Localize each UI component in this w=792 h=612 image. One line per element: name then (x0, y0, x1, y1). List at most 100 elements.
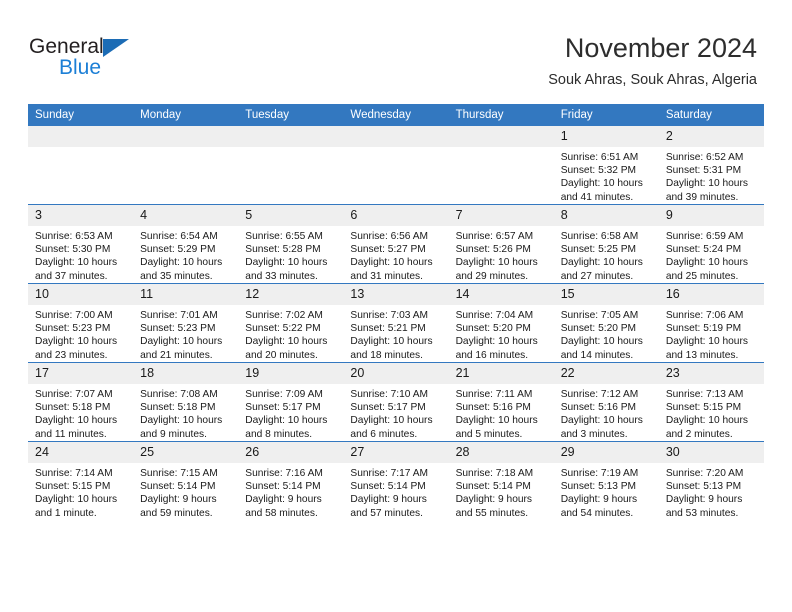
sunrise-text: Sunrise: 7:04 AM (455, 310, 534, 321)
day-cell[interactable] (133, 126, 239, 205)
weekday-header-wednesday: Wednesday (343, 104, 449, 126)
blue-triangle-icon (103, 39, 129, 57)
day-cell[interactable]: 7 Sunrise: 6:57 AM Sunset: 5:26 PM Dayli… (448, 204, 554, 284)
sunrise-text: Sunrise: 7:08 AM (140, 389, 218, 400)
day-number: 1 (553, 126, 659, 147)
sunset-text: Sunset: 5:15 PM (35, 481, 111, 493)
sunrise-text: Sunrise: 7:06 AM (665, 310, 744, 321)
daylight-text: Daylight: 9 hours and 54 minutes. (560, 494, 638, 519)
day-cell[interactable]: 15 Sunrise: 7:05 AM Sunset: 5:20 PM Dayl… (553, 283, 659, 363)
day-cell[interactable]: 22 Sunrise: 7:12 AM Sunset: 5:16 PM Dayl… (553, 362, 659, 442)
day-cell[interactable]: 14 Sunrise: 7:04 AM Sunset: 5:20 PM Dayl… (448, 283, 554, 363)
week-row: 10 Sunrise: 7:00 AM Sunset: 5:23 PM Dayl… (28, 283, 764, 363)
day-cell[interactable] (448, 126, 554, 205)
weekday-header-friday: Friday (553, 104, 659, 126)
day-details: Sunrise: 6:53 AM Sunset: 5:30 PM Dayligh… (28, 226, 133, 283)
day-cell[interactable]: 24 Sunrise: 7:14 AM Sunset: 5:15 PM Dayl… (28, 441, 134, 520)
day-details: Sunrise: 7:18 AM Sunset: 5:14 PM Dayligh… (449, 463, 554, 520)
day-cell[interactable]: 4 Sunrise: 6:54 AM Sunset: 5:29 PM Dayli… (133, 204, 239, 284)
week-row: 3 Sunrise: 6:53 AM Sunset: 5:30 PM Dayli… (28, 204, 764, 284)
day-cell[interactable]: 21 Sunrise: 7:11 AM Sunset: 5:16 PM Dayl… (448, 362, 554, 442)
sunset-text: Sunset: 5:32 PM (560, 165, 637, 177)
day-details: Sunrise: 7:19 AM Sunset: 5:13 PM Dayligh… (554, 463, 659, 520)
day-cell[interactable]: 10 Sunrise: 7:00 AM Sunset: 5:23 PM Dayl… (28, 283, 134, 363)
page-subtitle: Souk Ahras, Souk Ahras, Algeria (548, 72, 757, 88)
weekday-header-saturday: Saturday (658, 104, 764, 126)
day-details: Sunrise: 7:14 AM Sunset: 5:15 PM Dayligh… (28, 463, 133, 520)
day-number: 16 (658, 284, 764, 305)
day-cell[interactable]: 26 Sunrise: 7:16 AM Sunset: 5:14 PM Dayl… (238, 441, 344, 520)
day-cell[interactable]: 19 Sunrise: 7:09 AM Sunset: 5:17 PM Dayl… (238, 362, 344, 442)
sunrise-text: Sunrise: 7:10 AM (350, 389, 429, 400)
day-cell[interactable] (343, 126, 449, 205)
day-number: 11 (133, 284, 239, 305)
day-details: Sunrise: 7:09 AM Sunset: 5:17 PM Dayligh… (238, 384, 343, 441)
day-cell[interactable]: 3 Sunrise: 6:53 AM Sunset: 5:30 PM Dayli… (28, 204, 134, 284)
daylight-text: Daylight: 10 hours and 39 minutes. (665, 178, 748, 203)
day-cell[interactable]: 6 Sunrise: 6:56 AM Sunset: 5:27 PM Dayli… (343, 204, 449, 284)
sunrise-text: Sunrise: 6:51 AM (560, 152, 639, 163)
day-details: Sunrise: 7:15 AM Sunset: 5:14 PM Dayligh… (133, 463, 238, 520)
day-cell[interactable]: 30 Sunrise: 7:20 AM Sunset: 5:13 PM Dayl… (658, 441, 764, 520)
day-number: 5 (238, 205, 344, 226)
day-number (28, 126, 134, 147)
day-cell[interactable]: 17 Sunrise: 7:07 AM Sunset: 5:18 PM Dayl… (28, 362, 134, 442)
day-cell[interactable]: 16 Sunrise: 7:06 AM Sunset: 5:19 PM Dayl… (658, 283, 764, 363)
sunset-text: Sunset: 5:29 PM (140, 244, 216, 256)
day-cell[interactable]: 23 Sunrise: 7:13 AM Sunset: 5:15 PM Dayl… (658, 362, 764, 442)
day-details: Sunrise: 7:01 AM Sunset: 5:23 PM Dayligh… (133, 305, 238, 362)
day-number: 18 (133, 363, 239, 384)
daylight-text: Daylight: 10 hours and 37 minutes. (35, 257, 118, 282)
day-cell[interactable]: 25 Sunrise: 7:15 AM Sunset: 5:14 PM Dayl… (133, 441, 239, 520)
day-number (238, 126, 344, 147)
day-cell[interactable] (238, 126, 344, 205)
day-details: Sunrise: 6:58 AM Sunset: 5:25 PM Dayligh… (554, 226, 659, 283)
day-cell[interactable]: 1 Sunrise: 6:51 AM Sunset: 5:32 PM Dayli… (553, 126, 659, 205)
sunset-text: Sunset: 5:13 PM (560, 481, 637, 493)
daylight-text: Daylight: 10 hours and 3 minutes. (560, 415, 643, 440)
day-cell[interactable]: 8 Sunrise: 6:58 AM Sunset: 5:25 PM Dayli… (553, 204, 659, 284)
day-cell[interactable]: 18 Sunrise: 7:08 AM Sunset: 5:18 PM Dayl… (133, 362, 239, 442)
sunrise-text: Sunrise: 6:54 AM (140, 231, 218, 242)
day-number: 10 (28, 284, 134, 305)
day-number: 28 (448, 442, 554, 463)
daylight-text: Daylight: 10 hours and 29 minutes. (455, 257, 538, 282)
day-number: 6 (343, 205, 449, 226)
logo-text-general: General (29, 35, 104, 58)
general-blue-logo[interactable]: General Blue (29, 36, 159, 80)
daylight-text: Daylight: 9 hours and 57 minutes. (350, 494, 427, 519)
day-cell[interactable]: 5 Sunrise: 6:55 AM Sunset: 5:28 PM Dayli… (238, 204, 344, 284)
day-number: 21 (448, 363, 554, 384)
day-cell[interactable]: 13 Sunrise: 7:03 AM Sunset: 5:21 PM Dayl… (343, 283, 449, 363)
sunset-text: Sunset: 5:20 PM (455, 323, 531, 335)
sunrise-text: Sunrise: 6:58 AM (560, 231, 639, 242)
day-cell[interactable]: 2 Sunrise: 6:52 AM Sunset: 5:31 PM Dayli… (658, 126, 764, 205)
daylight-text: Daylight: 10 hours and 6 minutes. (350, 415, 433, 440)
day-number: 15 (553, 284, 659, 305)
day-number: 29 (553, 442, 659, 463)
day-number (133, 126, 239, 147)
day-cell[interactable]: 29 Sunrise: 7:19 AM Sunset: 5:13 PM Dayl… (553, 441, 659, 520)
day-cell[interactable]: 20 Sunrise: 7:10 AM Sunset: 5:17 PM Dayl… (343, 362, 449, 442)
sunset-text: Sunset: 5:23 PM (35, 323, 111, 335)
day-cell[interactable] (28, 126, 134, 205)
daylight-text: Daylight: 10 hours and 1 minute. (35, 494, 118, 519)
day-number: 20 (343, 363, 449, 384)
day-details: Sunrise: 7:10 AM Sunset: 5:17 PM Dayligh… (343, 384, 448, 441)
daylight-text: Daylight: 10 hours and 25 minutes. (665, 257, 748, 282)
sunset-text: Sunset: 5:14 PM (455, 481, 531, 493)
day-details: Sunrise: 6:54 AM Sunset: 5:29 PM Dayligh… (133, 226, 238, 283)
day-cell[interactable]: 28 Sunrise: 7:18 AM Sunset: 5:14 PM Dayl… (448, 441, 554, 520)
day-cell[interactable]: 11 Sunrise: 7:01 AM Sunset: 5:23 PM Dayl… (133, 283, 239, 363)
week-row: 17 Sunrise: 7:07 AM Sunset: 5:18 PM Dayl… (28, 362, 764, 442)
day-cell[interactable]: 12 Sunrise: 7:02 AM Sunset: 5:22 PM Dayl… (238, 283, 344, 363)
day-number (343, 126, 449, 147)
month-calendar-grid: Sunday Monday Tuesday Wednesday Thursday… (28, 104, 764, 520)
sunset-text: Sunset: 5:14 PM (140, 481, 216, 493)
daylight-text: Daylight: 9 hours and 59 minutes. (140, 494, 217, 519)
day-cell[interactable]: 27 Sunrise: 7:17 AM Sunset: 5:14 PM Dayl… (343, 441, 449, 520)
day-number: 7 (448, 205, 554, 226)
day-cell[interactable]: 9 Sunrise: 6:59 AM Sunset: 5:24 PM Dayli… (658, 204, 764, 284)
sunrise-text: Sunrise: 6:52 AM (665, 152, 744, 163)
sunrise-text: Sunrise: 7:03 AM (350, 310, 429, 321)
